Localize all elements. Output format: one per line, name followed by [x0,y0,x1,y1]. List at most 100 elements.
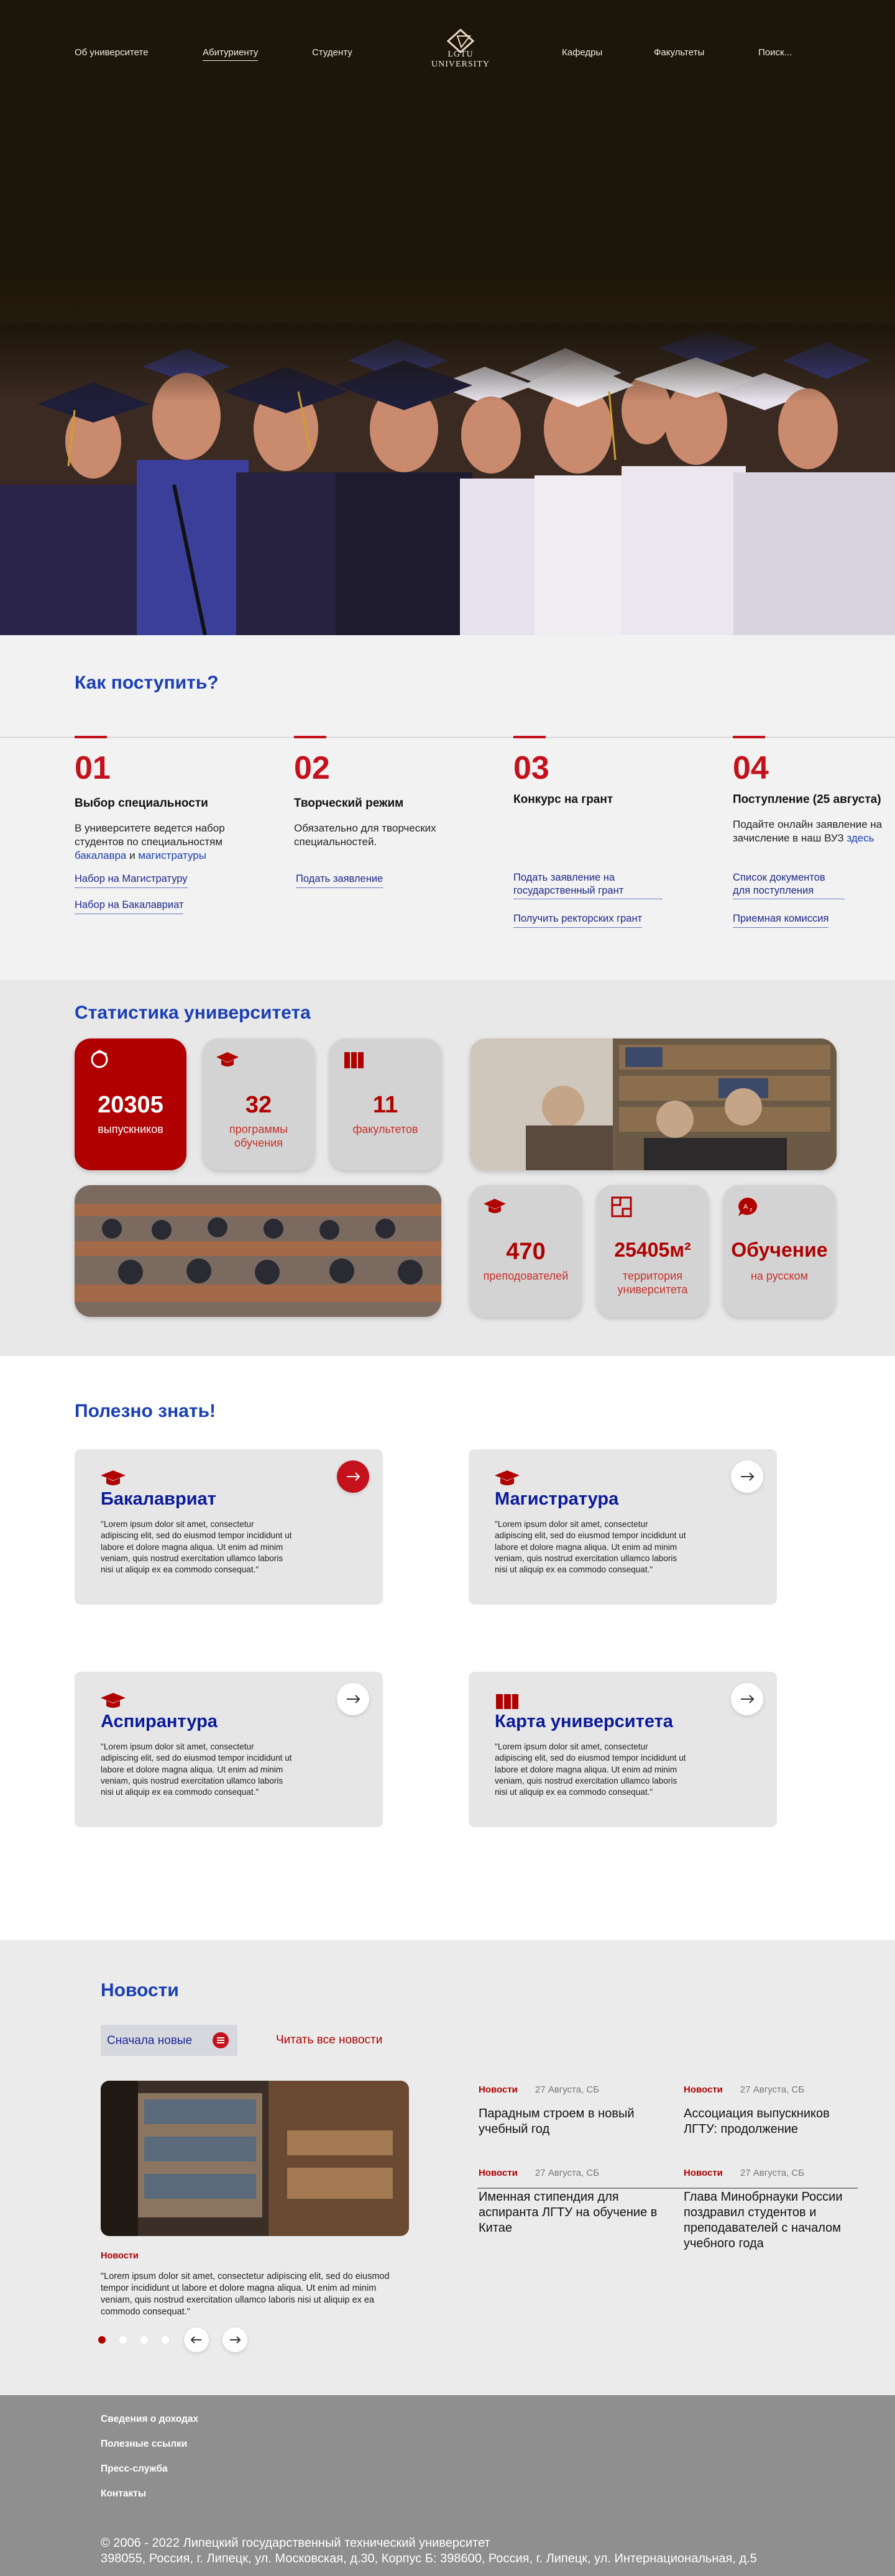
footer-contacts-link[interactable]: Контакты [101,2488,146,2500]
step-description: В университете ведется набор студентов п… [75,822,261,863]
master-link[interactable]: магистратуры [138,850,206,861]
step-title: Конкурс на грант [513,793,613,806]
nav-search[interactable]: Поиск... [758,47,792,58]
footer-press-link[interactable]: Пресс-служба [101,2464,168,2475]
news-meta: Новости 27 Августа, СБ [479,2084,659,2095]
news-item[interactable]: Новости 27 Августа, СБ Глава Минобрнауки … [684,2168,864,2252]
lecture-hall-photo [75,1185,441,1317]
step-3: 03 Конкурс на грант [513,736,700,807]
arrow-right-icon [741,1695,755,1703]
featured-news-text: "Lorem ipsum dolor sit amet, consectetur… [101,2271,390,2317]
hero-section: Об университете Абитуриенту Студенту Каф… [0,0,895,635]
nav-applicant[interactable]: Абитуриенту [203,47,259,61]
news-meta: Новости 27 Августа, СБ [684,2168,864,2178]
master-admission-link[interactable]: Набор на Магистратуру [75,873,188,888]
pager-dot[interactable] [162,2336,169,2344]
step-4: 04 Поступление (25 августа) Подайте онла… [733,736,894,845]
prev-news-button[interactable] [184,2327,209,2352]
stats-title: Статистика университета [75,1002,311,1023]
news-tag: Новости [479,2084,518,2095]
stat-value: Обучение [731,1239,828,1261]
copyright-text: © 2006 - 2022 Липецкий государственный т… [101,2536,490,2550]
useful-section: Полезно знать! Бакалавриат "Lorem ipsum … [0,1356,895,1940]
arrow-right-icon [741,1472,755,1481]
photo-image [470,1038,837,1170]
arrow-right-icon [347,1695,360,1703]
sort-label: Сначала новые [107,2034,193,2047]
graduation-cap-icon [216,1052,239,1066]
pager-dot[interactable] [140,2336,148,2344]
next-news-button[interactable] [223,2327,247,2352]
how-to-apply-section: Как поступить? 01 Выбор специальности В … [0,635,895,980]
books-icon [344,1052,364,1068]
card-master[interactable]: Магистратура "Lorem ipsum dolor sit amet… [469,1449,777,1605]
library-photo [101,2081,409,2236]
arrow-button[interactable] [731,1683,763,1715]
statistics-section: Статистика университета 20305 выпускнико… [0,980,895,1356]
card-title: Карта университета [495,1712,673,1731]
pager-dot[interactable] [119,2336,127,2344]
stat-card-language: A z Обучение на русском [723,1185,835,1317]
online-application-link[interactable]: здесь [847,832,874,844]
rector-grant-link[interactable]: Получить ректорских грант [513,912,643,928]
card-text: "Lorem ipsum dolor sit amet, consectetur… [101,1519,292,1575]
news-tag: Новости [684,2084,723,2095]
news-date: 27 Августа, СБ [740,2168,805,2178]
stat-label: факультетов [352,1123,418,1135]
admission-committee-link[interactable]: Приемная комиссия [733,912,829,928]
stat-card-faculties: 11 факультетов [329,1038,441,1170]
documents-list-link[interactable]: Список документов для поступления [733,871,845,900]
arrow-button[interactable] [337,1460,369,1493]
footer-income-link[interactable]: Сведения о доходах [101,2414,198,2425]
card-title: Бакалавриат [101,1489,216,1509]
address-text: 398055, Россия, г. Липецк, ул. Московска… [101,2552,757,2565]
news-item[interactable]: Новости 27 Августа, СБ Именная стипендия … [479,2168,659,2236]
step-number: 04 [733,750,769,786]
stat-label: на русском [750,1270,809,1282]
bachelor-admission-link[interactable]: Набор на Бакалавриат [75,899,184,914]
news-headline: Именная стипендия для аспиранта ЛГТУ на … [479,2190,658,2235]
pager-dot[interactable] [98,2336,106,2344]
featured-news-tag: Новости [101,2251,139,2261]
nav-faculties[interactable]: Факультеты [654,47,704,58]
read-all-news-link[interactable]: Читать все новости [276,2033,382,2047]
news-item[interactable]: Новости 27 Августа, СБ Парадным строем в … [479,2084,659,2137]
step-number: 03 [513,750,549,786]
card-bachelor[interactable]: Бакалавриат "Lorem ipsum dolor sit amet,… [75,1449,383,1605]
news-title: Новости [101,1980,179,2001]
stat-card-territory: 25405м² территория университета [597,1185,709,1317]
step-title: Поступление (25 августа) [733,793,881,806]
nav-about[interactable]: Об университете [75,47,149,58]
card-title: Аспирантура [101,1712,218,1731]
submit-application-link[interactable]: Подать заявление [296,873,383,888]
sort-newest-button[interactable]: Сначала новые [101,2025,237,2056]
arrow-button[interactable] [337,1683,369,1715]
news-headline: Ассоциация выпускников ЛГТУ: продолжение [684,2107,830,2136]
card-university-map[interactable]: Карта университета "Lorem ipsum dolor si… [469,1672,777,1827]
stat-value: 470 [506,1239,546,1265]
step-bar [513,736,546,738]
language-icon: A z [738,1198,758,1216]
state-grant-link[interactable]: Подать заявление на государственный гран… [513,871,663,900]
svg-text:z: z [750,1206,753,1212]
card-postgraduate[interactable]: Аспирантура "Lorem ipsum dolor sit amet,… [75,1672,383,1827]
footer: Сведения о доходах Полезные ссылки Пресс… [0,2395,895,2576]
nav-departments[interactable]: Кафедры [562,47,602,58]
footer-useful-links-link[interactable]: Полезные ссылки [101,2439,187,2450]
featured-news-photo[interactable] [101,2081,409,2236]
arrow-button[interactable] [731,1460,763,1493]
svg-text:A: A [743,1203,748,1211]
card-text: "Lorem ipsum dolor sit amet, consectetur… [101,1742,292,1797]
news-date: 27 Августа, СБ [740,2084,805,2095]
news-item[interactable]: Новости 27 Августа, СБ Ассоциация выпускн… [684,2084,864,2137]
library-students-photo [470,1038,837,1170]
university-logo[interactable]: LGTU UNIVERSITY [420,28,501,69]
useful-title: Полезно знать! [75,1401,216,1421]
bachelor-link[interactable]: бакалавра [75,850,126,861]
nav-student[interactable]: Студенту [312,47,352,58]
graduation-cap-icon [495,1470,520,1485]
step-bar [75,736,107,738]
step-description-text: В университете ведется набор студентов п… [75,822,225,848]
logo-text: LGTU UNIVERSITY [431,50,490,69]
stat-value: 32 [245,1092,272,1118]
